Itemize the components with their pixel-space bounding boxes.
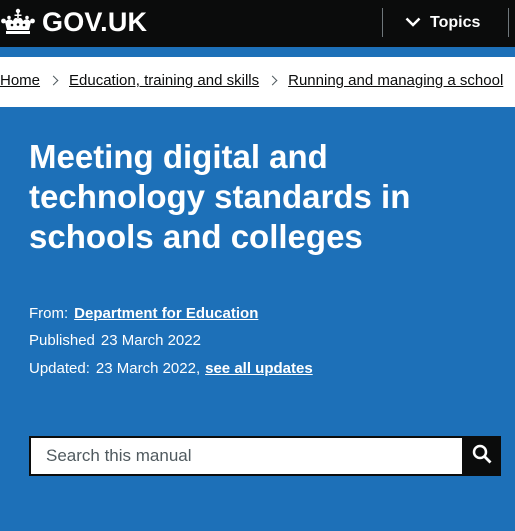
see-all-updates-link[interactable]: see all updates xyxy=(205,360,313,377)
search-button[interactable] xyxy=(462,436,501,476)
topics-label: Topics xyxy=(430,13,481,31)
search-icon xyxy=(472,444,492,469)
search-input[interactable] xyxy=(29,436,462,476)
topics-menu-button[interactable]: Topics xyxy=(405,8,480,37)
chevron-right-icon xyxy=(267,75,278,86)
updated-date: 23 March 2022, xyxy=(95,360,201,377)
logo-text: GOV.UK xyxy=(42,7,148,37)
manual-search xyxy=(29,436,501,476)
published-label: Published xyxy=(29,332,95,349)
updated-label: Updated: xyxy=(29,360,90,377)
published-date: 23 March 2022 xyxy=(100,332,201,349)
chevron-down-icon xyxy=(405,14,430,32)
department-link[interactable]: Department for Education xyxy=(74,305,258,322)
from-label: From: xyxy=(29,305,69,322)
page-hero: Meeting digital and technology standards… xyxy=(0,107,515,531)
topics-divider xyxy=(382,8,383,37)
topics-divider-right xyxy=(508,8,509,37)
site-header: GOV.UK Topics xyxy=(0,0,515,47)
chevron-right-icon xyxy=(48,75,59,86)
govuk-logo-link[interactable]: GOV.UK xyxy=(0,7,147,37)
blue-band xyxy=(0,47,515,57)
breadcrumb: Home Education, training and skills Runn… xyxy=(0,57,515,107)
breadcrumb-education[interactable]: Education, training and skills xyxy=(69,72,259,89)
crown-icon xyxy=(0,8,36,36)
breadcrumb-home[interactable]: Home xyxy=(0,72,40,89)
page-title: Meeting digital and technology standards… xyxy=(29,138,411,255)
meta-published: Published 23 March 2022 xyxy=(29,332,201,349)
breadcrumb-running-school[interactable]: Running and managing a school xyxy=(288,72,503,89)
meta-from: From: Department for Education xyxy=(29,305,258,322)
meta-updated: Updated: 23 March 2022, see all updates xyxy=(29,360,313,377)
